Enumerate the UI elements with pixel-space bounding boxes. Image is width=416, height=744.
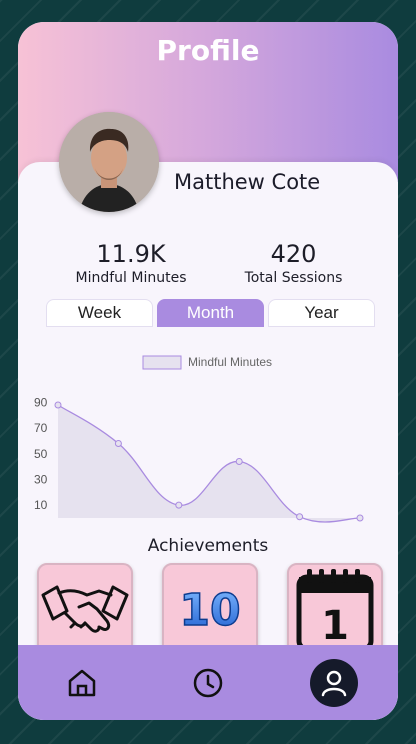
data-point[interactable]: [296, 513, 304, 521]
mindful-minutes-chart: Mindful Minutes 1030507090Aug 16thAug 21…: [34, 355, 364, 523]
y-tick-label: 30: [34, 472, 48, 486]
nav-home-button[interactable]: [58, 659, 106, 707]
stat-total-sessions: 420 Total Sessions: [236, 240, 351, 286]
stat-label: Total Sessions: [244, 270, 343, 286]
y-tick-label: 10: [34, 498, 48, 512]
avatar-image: [59, 112, 159, 212]
badge-ten-text: 10: [179, 585, 240, 636]
achievement-badge-handshake[interactable]: [37, 563, 133, 657]
data-point[interactable]: [175, 501, 183, 509]
achievement-badge-ten[interactable]: 10: [162, 563, 258, 657]
phone-frame: Profile Matthew Cote 11.9K Mindful Minut…: [18, 22, 398, 720]
tab-week[interactable]: Week: [46, 299, 153, 327]
achievement-badge-calendar[interactable]: 1: [287, 563, 383, 657]
y-tick-label: 70: [34, 421, 48, 435]
y-tick-label: 90: [34, 395, 48, 409]
calendar-day-text: 1: [321, 603, 349, 649]
user-name: Matthew Cote: [174, 170, 321, 194]
user-icon: [321, 670, 347, 697]
calendar-icon: 1: [296, 569, 374, 652]
chart-legend[interactable]: Mindful Minutes: [142, 355, 272, 370]
chart-plot-area: 1030507090Aug 16thAug 21stAug 26thAug 31…: [34, 395, 364, 523]
handshake-icon: [41, 585, 129, 633]
series-area: [58, 404, 360, 523]
nav-profile-button[interactable]: [310, 659, 358, 707]
data-point[interactable]: [114, 440, 122, 448]
data-point[interactable]: [54, 401, 62, 409]
avatar[interactable]: [59, 112, 159, 212]
data-point[interactable]: [356, 514, 364, 522]
legend-label: Mindful Minutes: [188, 355, 272, 369]
clock-icon: [193, 668, 223, 698]
stat-label: Mindful Minutes: [75, 270, 187, 286]
ten-icon: 10: [179, 584, 242, 637]
stat-mindful-minutes: 11.9K Mindful Minutes: [66, 240, 196, 286]
page-title: Profile: [156, 34, 260, 67]
home-icon: [68, 669, 96, 697]
period-tabs: Week Month Year: [46, 299, 375, 327]
tab-month[interactable]: Month: [157, 299, 264, 327]
stat-value: 420: [270, 240, 317, 268]
achievements-title: Achievements: [147, 536, 269, 556]
bottom-nav: [18, 645, 398, 720]
y-tick-label: 50: [34, 447, 48, 461]
stat-value: 11.9K: [96, 240, 166, 268]
tab-year[interactable]: Year: [268, 299, 375, 327]
nav-history-button[interactable]: [184, 659, 232, 707]
data-point[interactable]: [235, 457, 243, 465]
